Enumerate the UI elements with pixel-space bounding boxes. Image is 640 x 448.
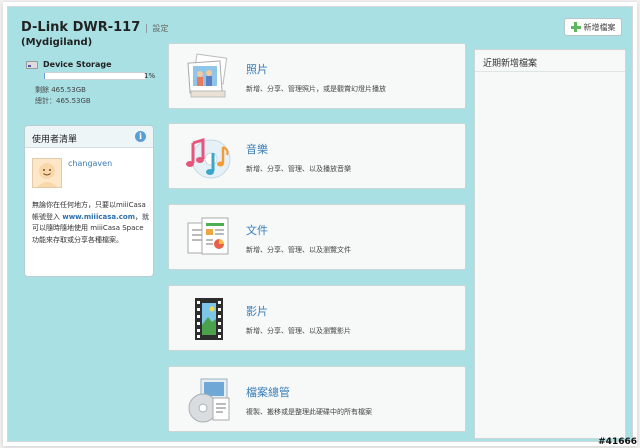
tile-file-manager[interactable]: 檔案總管 複製、搬移或是整理此硬碟中的所有檔案 <box>168 366 466 432</box>
title-separator: | <box>144 24 148 34</box>
user-name-link[interactable]: changaven <box>68 159 112 168</box>
tile-description: 新增、分享、管理、以及瀏覽文件 <box>246 246 351 254</box>
storage-total: 總計：465.53GB <box>35 97 91 105</box>
tile-title: 照片 <box>246 63 268 76</box>
tile-video[interactable]: 影片 新增、分享、管理、以及瀏覽影片 <box>168 285 466 351</box>
page-subtitle: (Mydigiland) <box>21 37 93 48</box>
documents-icon <box>183 214 233 262</box>
watermark: #41666 <box>598 437 637 447</box>
video-icon <box>183 295 233 343</box>
info-icon[interactable]: i <box>135 131 146 142</box>
app-window: D-Link DWR-117 | 設定 (Mydigiland) 新增檔案 De… <box>7 6 633 442</box>
music-icon <box>183 133 233 181</box>
tile-title: 影片 <box>246 305 268 318</box>
hard-drive-icon <box>26 61 38 69</box>
recent-files-panel: 近期新增檔案 <box>474 49 626 439</box>
tile-music[interactable]: 音樂 新增、分享、管理、以及播放音樂 <box>168 123 466 189</box>
storage-label: Device Storage <box>43 60 112 69</box>
device-name: D-Link DWR-117 <box>21 20 141 35</box>
tile-title: 音樂 <box>246 143 268 156</box>
storage-percent: 1% <box>144 72 156 80</box>
user-list-description: 無論你在任何地方，只要以miiiCasa 帳號登入 www.miiicasa.c… <box>32 200 150 246</box>
new-file-button[interactable]: 新增檔案 <box>564 18 622 36</box>
miiicasa-link[interactable]: www.miiicasa.com <box>62 213 135 221</box>
tile-description: 新增、分享、管理、以及瀏覽影片 <box>246 327 351 335</box>
page-title: D-Link DWR-117 | 設定 <box>21 21 168 36</box>
plus-icon <box>570 22 581 32</box>
file-manager-icon <box>183 376 233 424</box>
user-list-panel: 使用者清單 i changaven 無論你在任何地方，只要以miiiCasa 帳… <box>24 125 154 277</box>
storage-bar-fill <box>44 73 45 79</box>
avatar[interactable] <box>32 158 62 188</box>
new-file-button-label: 新增檔案 <box>583 22 616 32</box>
tile-documents[interactable]: 文件 新增、分享、管理、以及瀏覽文件 <box>168 204 466 270</box>
photos-icon <box>183 53 233 101</box>
storage-bar <box>43 72 146 80</box>
settings-link[interactable]: 設定 <box>152 24 168 33</box>
recent-files-title: 近期新增檔案 <box>475 50 625 72</box>
tile-description: 複製、搬移或是整理此硬碟中的所有檔案 <box>246 408 372 416</box>
tile-description: 新增、分享、管理、以及播放音樂 <box>246 165 351 173</box>
user-list-title: 使用者清單 <box>32 135 78 145</box>
user-list-header: 使用者清單 i <box>25 126 153 148</box>
tile-title: 文件 <box>246 224 268 237</box>
tile-title: 檔案總管 <box>246 386 290 399</box>
tile-description: 新增、分享、管理照片，或是觀賞幻燈片播放 <box>246 85 386 93</box>
storage-remaining: 剩餘 465.53GB <box>35 86 86 94</box>
tile-photos[interactable]: 照片 新增、分享、管理照片，或是觀賞幻燈片播放 <box>168 43 466 109</box>
